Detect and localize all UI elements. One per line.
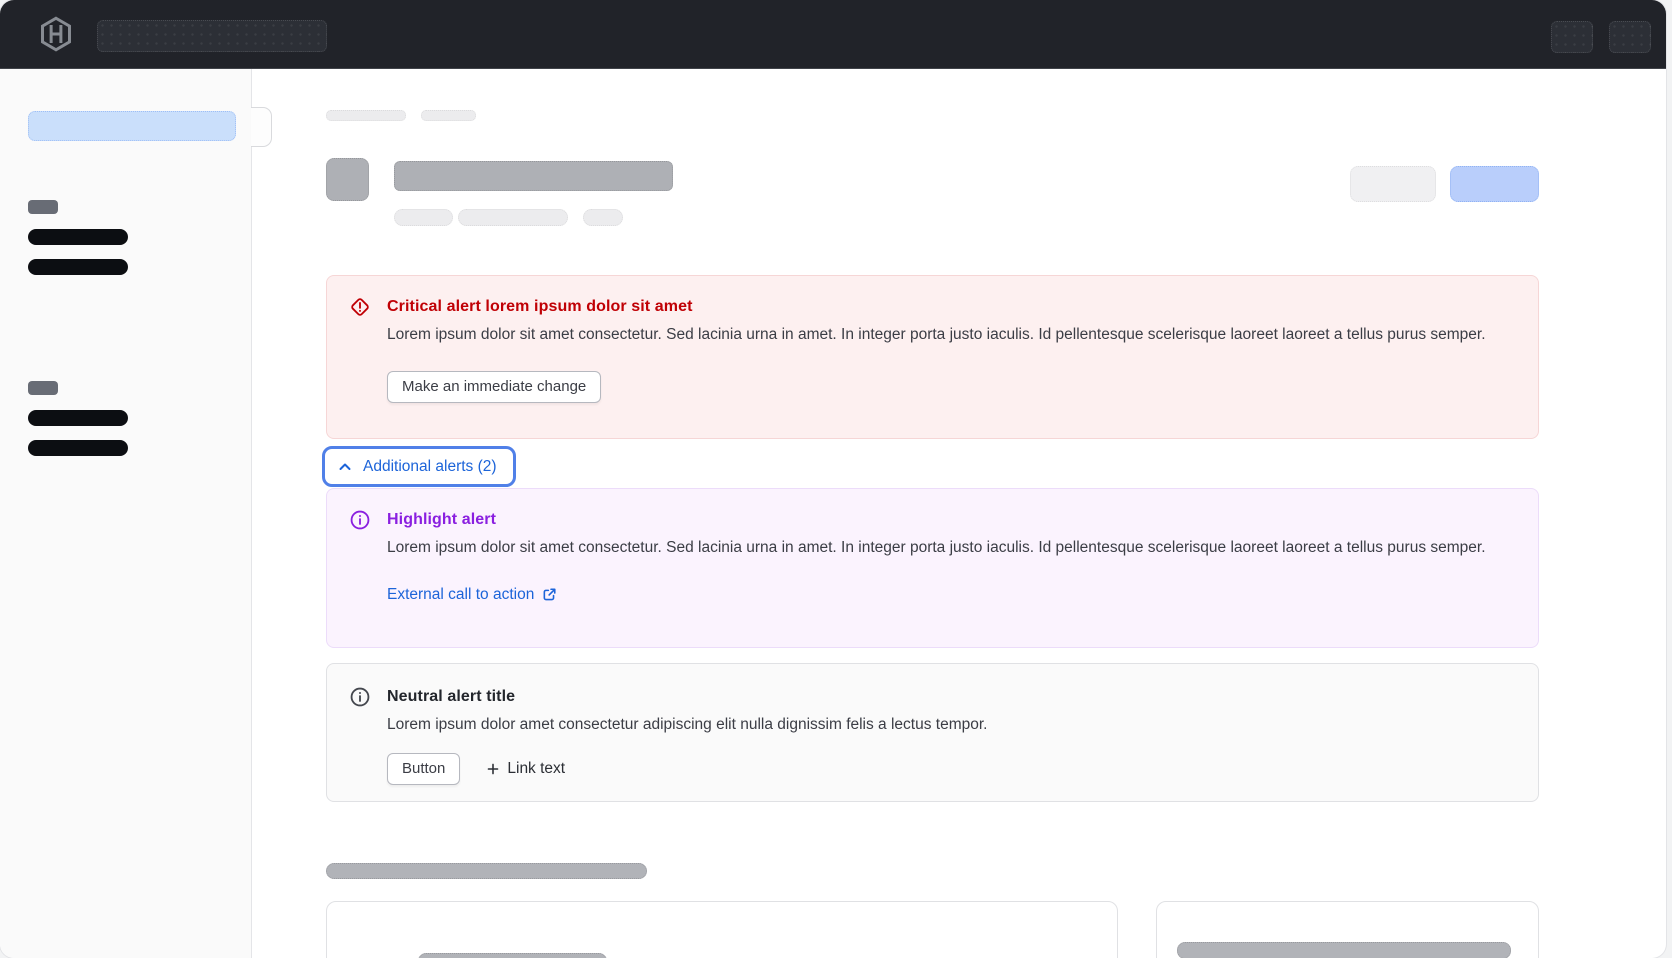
page-title-skeleton xyxy=(394,161,673,191)
secondary-action-button-skeleton[interactable] xyxy=(1350,166,1436,202)
section-heading-skeleton xyxy=(326,863,647,879)
highlight-alert: Highlight alert Lorem ipsum dolor sit am… xyxy=(326,488,1539,648)
sidebar-nav xyxy=(0,69,252,958)
badge-skeleton xyxy=(583,209,623,226)
plus-icon xyxy=(486,762,500,776)
sidebar-section-label-skeleton xyxy=(28,200,58,214)
critical-alert: Critical alert lorem ipsum dolor sit ame… xyxy=(326,275,1539,439)
nav-action-button-skeleton[interactable] xyxy=(1609,21,1651,53)
top-navigation-bar xyxy=(0,0,1666,69)
info-circle-icon xyxy=(349,509,371,531)
info-circle-icon xyxy=(349,686,371,708)
page-icon-skeleton xyxy=(326,158,369,201)
external-link-icon xyxy=(542,587,557,602)
make-immediate-change-button[interactable]: Make an immediate change xyxy=(387,371,601,403)
badge-skeleton xyxy=(394,209,453,226)
breadcrumb-skeleton xyxy=(421,110,476,121)
nav-action-button-skeleton[interactable] xyxy=(1551,21,1593,53)
sidebar-collapse-handle[interactable] xyxy=(251,107,272,147)
critical-alert-body: Lorem ipsum dolor sit amet consectetur. … xyxy=(387,324,1512,347)
add-link[interactable]: Link text xyxy=(486,760,565,778)
primary-action-button-skeleton[interactable] xyxy=(1450,166,1539,202)
breadcrumb-skeleton xyxy=(326,110,406,121)
additional-alerts-label: Additional alerts (2) xyxy=(363,458,497,476)
sidebar-active-item-skeleton[interactable] xyxy=(28,111,236,141)
neutral-alert-button[interactable]: Button xyxy=(387,753,460,785)
sidebar-item-skeleton[interactable] xyxy=(28,259,128,275)
critical-alert-title: Critical alert lorem ipsum dolor sit ame… xyxy=(387,296,1514,318)
content-card xyxy=(326,901,1118,958)
neutral-alert-title: Neutral alert title xyxy=(387,686,1514,708)
badge-skeleton xyxy=(458,209,568,226)
sidebar-item-skeleton[interactable] xyxy=(28,229,128,245)
global-search-input-skeleton[interactable] xyxy=(97,20,327,52)
add-link-label: Link text xyxy=(507,760,565,778)
card-content-skeleton xyxy=(418,953,607,958)
highlight-alert-title: Highlight alert xyxy=(387,509,1514,531)
highlight-alert-body: Lorem ipsum dolor sit amet consectetur. … xyxy=(387,537,1512,560)
hashicorp-logo-icon xyxy=(38,16,74,52)
chevron-up-icon xyxy=(337,459,353,475)
alert-diamond-icon xyxy=(349,296,371,318)
neutral-alert-body: Lorem ipsum dolor amet consectetur adipi… xyxy=(387,714,1512,737)
card-content-skeleton xyxy=(1177,942,1511,958)
sidebar-section-label-skeleton xyxy=(28,381,58,395)
external-call-to-action-link[interactable]: External call to action xyxy=(387,586,557,604)
neutral-alert-actions: Button Link text xyxy=(387,753,1514,785)
external-link-label: External call to action xyxy=(387,586,534,604)
additional-alerts-toggle[interactable]: Additional alerts (2) xyxy=(322,446,516,487)
neutral-alert: Neutral alert title Lorem ipsum dolor am… xyxy=(326,663,1539,802)
app-window: Critical alert lorem ipsum dolor sit ame… xyxy=(0,0,1666,958)
sidebar-item-skeleton[interactable] xyxy=(28,440,128,456)
sidebar-item-skeleton[interactable] xyxy=(28,410,128,426)
